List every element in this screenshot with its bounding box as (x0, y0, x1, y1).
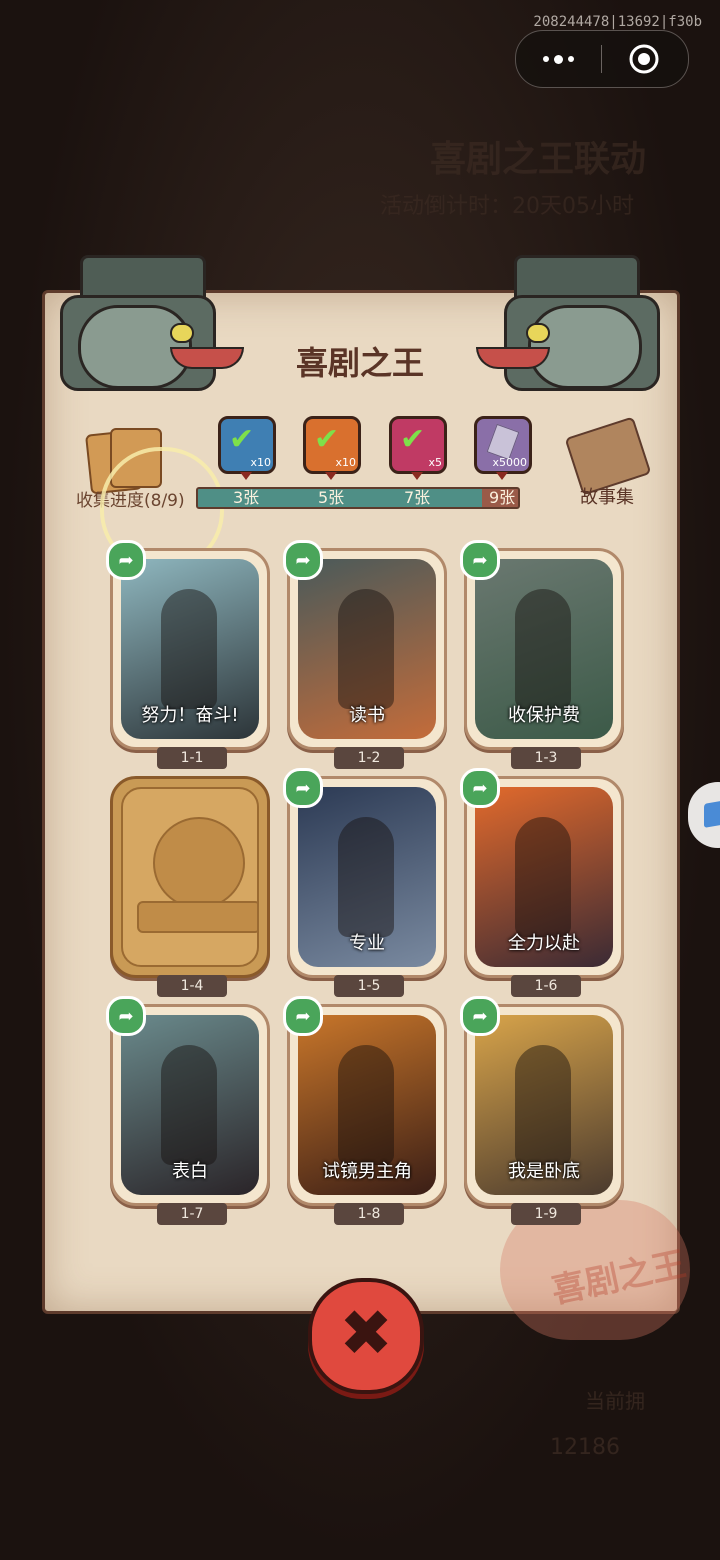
character-figure (338, 589, 394, 709)
character-figure (515, 1045, 571, 1165)
character-figure (338, 817, 394, 937)
milestone-marker (325, 472, 337, 480)
share-icon[interactable]: ➦ (283, 768, 323, 808)
character-figure (161, 1045, 217, 1165)
card-caption: 读书 (349, 705, 385, 726)
card-number: 1-9 (511, 1203, 581, 1225)
story-card-1-4[interactable]: 1-4 (110, 776, 270, 997)
share-icon[interactable]: ➦ (106, 540, 146, 580)
capsule-divider (601, 45, 602, 73)
card-caption: 收保护费 (508, 705, 580, 726)
card-number: 1-1 (157, 747, 227, 769)
card-number: 1-6 (511, 975, 581, 997)
dot-icon (554, 54, 563, 64)
check-icon: ✔ (400, 422, 426, 457)
reward-count: x10 (335, 456, 356, 469)
close-icon: ✖ (339, 1297, 393, 1371)
close-panel-button[interactable]: ✖ (308, 1278, 424, 1394)
session-id: 208244478|13692|f30b (533, 14, 702, 30)
card-caption: 专业 (349, 933, 385, 954)
card-number: 1-7 (157, 1203, 227, 1225)
close-miniprogram-icon[interactable] (628, 43, 660, 75)
card-number: 1-4 (157, 975, 227, 997)
milestone-label: 3张 (233, 488, 260, 507)
share-icon[interactable]: ➦ (460, 996, 500, 1036)
reward-count: x5000 (492, 456, 527, 469)
banner-icon (137, 901, 257, 933)
milestone-label: 9张 (489, 488, 516, 507)
milestone-reward-2[interactable]: ✔ x10 (303, 416, 361, 474)
share-icon[interactable]: ➦ (283, 996, 323, 1036)
background-event-title: 喜剧之王联动 (430, 139, 647, 180)
card-caption: 努力！奋斗! (141, 705, 239, 726)
card-caption: 表白 (172, 1161, 208, 1182)
milestone-reward-1[interactable]: ✔ x10 (218, 416, 276, 474)
character-figure (338, 1045, 394, 1165)
character-figure (515, 817, 571, 937)
milestone-marker (496, 472, 508, 480)
locked-card-face (121, 787, 259, 967)
cube-icon (704, 800, 720, 828)
card-caption: 我是卧底 (508, 1161, 580, 1182)
card-number: 1-8 (334, 1203, 404, 1225)
milestone-reward-3[interactable]: ✔ x5 (389, 416, 447, 474)
background-currency-count: 12186 (550, 1435, 620, 1460)
card-number: 1-3 (511, 747, 581, 769)
milestone-label: 7张 (404, 488, 431, 507)
character-figure (161, 589, 217, 709)
share-icon[interactable]: ➦ (106, 996, 146, 1036)
check-icon: ✔ (229, 422, 255, 457)
share-icon[interactable]: ➦ (460, 540, 500, 580)
character-figure (515, 589, 571, 709)
background-current-label: 当前拥 (585, 1389, 645, 1413)
more-menu-button[interactable] (516, 31, 601, 87)
card-number: 1-5 (334, 975, 404, 997)
gem-icon (486, 423, 520, 461)
dot-icon (568, 56, 574, 62)
card-caption: 全力以赴 (508, 933, 580, 954)
share-icon[interactable]: ➦ (283, 540, 323, 580)
story-collection-button[interactable]: 故事集 (580, 483, 634, 509)
milestone-reward-4[interactable]: x5000 (474, 416, 532, 474)
milestone-marker (411, 472, 423, 480)
panel-title: 喜剧之王 (295, 344, 424, 382)
reward-count: x10 (250, 456, 271, 469)
card-number: 1-2 (334, 747, 404, 769)
dot-icon (543, 56, 549, 62)
miniprogram-capsule (515, 30, 689, 88)
silhouette-icon (153, 817, 245, 909)
milestone-label: 5张 (318, 488, 345, 507)
card-caption: 试镜男主角 (322, 1161, 412, 1182)
milestone-marker (240, 472, 252, 480)
background-countdown: 活动倒计时：20天05小时 (380, 194, 634, 219)
check-icon: ✔ (314, 422, 340, 457)
share-icon[interactable]: ➦ (460, 768, 500, 808)
reward-count: x5 (428, 456, 442, 469)
